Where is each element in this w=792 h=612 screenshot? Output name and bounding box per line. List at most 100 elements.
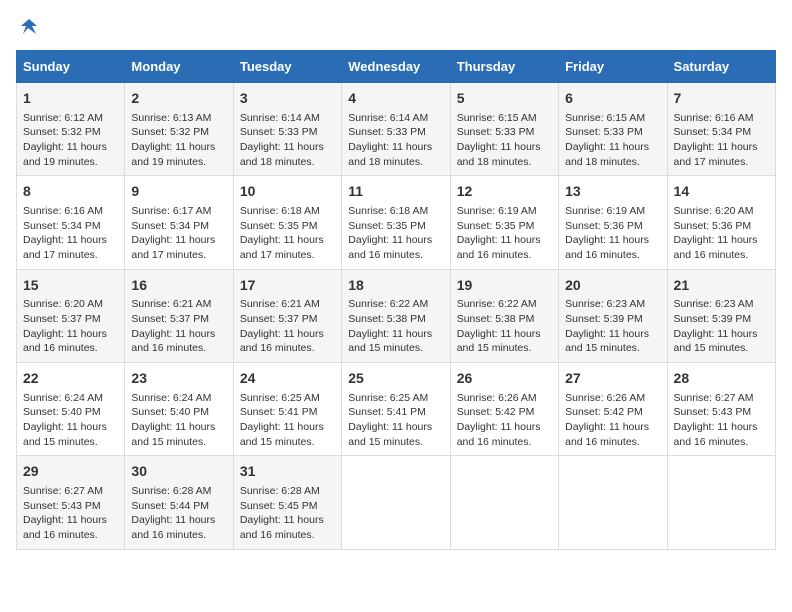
calendar-cell: 31Sunrise: 6:28 AM Sunset: 5:45 PM Dayli… [233,456,341,549]
day-number: 3 [240,89,335,109]
day-info: Sunrise: 6:19 AM Sunset: 5:35 PM Dayligh… [457,204,552,263]
col-header-monday: Monday [125,51,233,83]
calendar-cell: 10Sunrise: 6:18 AM Sunset: 5:35 PM Dayli… [233,176,341,269]
calendar-cell: 11Sunrise: 6:18 AM Sunset: 5:35 PM Dayli… [342,176,450,269]
day-number: 24 [240,369,335,389]
calendar-cell: 26Sunrise: 6:26 AM Sunset: 5:42 PM Dayli… [450,363,558,456]
day-info: Sunrise: 6:22 AM Sunset: 5:38 PM Dayligh… [457,297,552,356]
calendar-cell [667,456,775,549]
calendar-table: SundayMondayTuesdayWednesdayThursdayFrid… [16,50,776,550]
day-number: 6 [565,89,660,109]
day-number: 27 [565,369,660,389]
day-info: Sunrise: 6:20 AM Sunset: 5:36 PM Dayligh… [674,204,769,263]
day-info: Sunrise: 6:14 AM Sunset: 5:33 PM Dayligh… [240,111,335,170]
day-number: 5 [457,89,552,109]
calendar-cell: 6Sunrise: 6:15 AM Sunset: 5:33 PM Daylig… [559,83,667,176]
day-info: Sunrise: 6:13 AM Sunset: 5:32 PM Dayligh… [131,111,226,170]
day-number: 31 [240,462,335,482]
col-header-saturday: Saturday [667,51,775,83]
calendar-cell: 21Sunrise: 6:23 AM Sunset: 5:39 PM Dayli… [667,269,775,362]
col-header-friday: Friday [559,51,667,83]
day-info: Sunrise: 6:16 AM Sunset: 5:34 PM Dayligh… [674,111,769,170]
calendar-cell: 23Sunrise: 6:24 AM Sunset: 5:40 PM Dayli… [125,363,233,456]
day-info: Sunrise: 6:26 AM Sunset: 5:42 PM Dayligh… [565,391,660,450]
day-number: 16 [131,276,226,296]
day-info: Sunrise: 6:24 AM Sunset: 5:40 PM Dayligh… [131,391,226,450]
calendar-cell: 14Sunrise: 6:20 AM Sunset: 5:36 PM Dayli… [667,176,775,269]
day-number: 12 [457,182,552,202]
day-number: 4 [348,89,443,109]
day-info: Sunrise: 6:17 AM Sunset: 5:34 PM Dayligh… [131,204,226,263]
calendar-cell: 15Sunrise: 6:20 AM Sunset: 5:37 PM Dayli… [17,269,125,362]
calendar-cell: 2Sunrise: 6:13 AM Sunset: 5:32 PM Daylig… [125,83,233,176]
calendar-cell [450,456,558,549]
calendar-cell: 9Sunrise: 6:17 AM Sunset: 5:34 PM Daylig… [125,176,233,269]
day-info: Sunrise: 6:23 AM Sunset: 5:39 PM Dayligh… [565,297,660,356]
calendar-cell: 8Sunrise: 6:16 AM Sunset: 5:34 PM Daylig… [17,176,125,269]
day-number: 1 [23,89,118,109]
week-row-5: 29Sunrise: 6:27 AM Sunset: 5:43 PM Dayli… [17,456,776,549]
week-row-1: 1Sunrise: 6:12 AM Sunset: 5:32 PM Daylig… [17,83,776,176]
day-number: 28 [674,369,769,389]
calendar-cell: 5Sunrise: 6:15 AM Sunset: 5:33 PM Daylig… [450,83,558,176]
day-number: 10 [240,182,335,202]
calendar-cell: 19Sunrise: 6:22 AM Sunset: 5:38 PM Dayli… [450,269,558,362]
col-header-thursday: Thursday [450,51,558,83]
calendar-cell: 27Sunrise: 6:26 AM Sunset: 5:42 PM Dayli… [559,363,667,456]
day-number: 20 [565,276,660,296]
day-number: 17 [240,276,335,296]
day-number: 13 [565,182,660,202]
day-info: Sunrise: 6:25 AM Sunset: 5:41 PM Dayligh… [348,391,443,450]
calendar-cell: 25Sunrise: 6:25 AM Sunset: 5:41 PM Dayli… [342,363,450,456]
col-header-sunday: Sunday [17,51,125,83]
calendar-body: 1Sunrise: 6:12 AM Sunset: 5:32 PM Daylig… [17,83,776,550]
calendar-cell: 30Sunrise: 6:28 AM Sunset: 5:44 PM Dayli… [125,456,233,549]
day-info: Sunrise: 6:23 AM Sunset: 5:39 PM Dayligh… [674,297,769,356]
logo [16,16,40,38]
day-info: Sunrise: 6:26 AM Sunset: 5:42 PM Dayligh… [457,391,552,450]
day-info: Sunrise: 6:12 AM Sunset: 5:32 PM Dayligh… [23,111,118,170]
day-number: 30 [131,462,226,482]
calendar-cell: 1Sunrise: 6:12 AM Sunset: 5:32 PM Daylig… [17,83,125,176]
col-header-wednesday: Wednesday [342,51,450,83]
day-number: 8 [23,182,118,202]
calendar-cell: 3Sunrise: 6:14 AM Sunset: 5:33 PM Daylig… [233,83,341,176]
calendar-cell: 7Sunrise: 6:16 AM Sunset: 5:34 PM Daylig… [667,83,775,176]
day-info: Sunrise: 6:15 AM Sunset: 5:33 PM Dayligh… [457,111,552,170]
calendar-cell [559,456,667,549]
day-info: Sunrise: 6:27 AM Sunset: 5:43 PM Dayligh… [23,484,118,543]
day-number: 18 [348,276,443,296]
week-row-2: 8Sunrise: 6:16 AM Sunset: 5:34 PM Daylig… [17,176,776,269]
day-number: 26 [457,369,552,389]
calendar-cell: 29Sunrise: 6:27 AM Sunset: 5:43 PM Dayli… [17,456,125,549]
week-row-3: 15Sunrise: 6:20 AM Sunset: 5:37 PM Dayli… [17,269,776,362]
calendar-cell: 4Sunrise: 6:14 AM Sunset: 5:33 PM Daylig… [342,83,450,176]
day-number: 14 [674,182,769,202]
calendar-cell: 17Sunrise: 6:21 AM Sunset: 5:37 PM Dayli… [233,269,341,362]
day-info: Sunrise: 6:16 AM Sunset: 5:34 PM Dayligh… [23,204,118,263]
day-info: Sunrise: 6:21 AM Sunset: 5:37 PM Dayligh… [240,297,335,356]
day-number: 7 [674,89,769,109]
day-info: Sunrise: 6:28 AM Sunset: 5:45 PM Dayligh… [240,484,335,543]
day-info: Sunrise: 6:22 AM Sunset: 5:38 PM Dayligh… [348,297,443,356]
day-info: Sunrise: 6:25 AM Sunset: 5:41 PM Dayligh… [240,391,335,450]
day-number: 19 [457,276,552,296]
day-info: Sunrise: 6:18 AM Sunset: 5:35 PM Dayligh… [240,204,335,263]
calendar-cell: 28Sunrise: 6:27 AM Sunset: 5:43 PM Dayli… [667,363,775,456]
calendar-cell: 12Sunrise: 6:19 AM Sunset: 5:35 PM Dayli… [450,176,558,269]
week-row-4: 22Sunrise: 6:24 AM Sunset: 5:40 PM Dayli… [17,363,776,456]
header [16,16,776,38]
day-info: Sunrise: 6:19 AM Sunset: 5:36 PM Dayligh… [565,204,660,263]
calendar-cell: 22Sunrise: 6:24 AM Sunset: 5:40 PM Dayli… [17,363,125,456]
day-number: 25 [348,369,443,389]
day-info: Sunrise: 6:28 AM Sunset: 5:44 PM Dayligh… [131,484,226,543]
day-number: 9 [131,182,226,202]
day-info: Sunrise: 6:18 AM Sunset: 5:35 PM Dayligh… [348,204,443,263]
col-header-tuesday: Tuesday [233,51,341,83]
day-info: Sunrise: 6:14 AM Sunset: 5:33 PM Dayligh… [348,111,443,170]
calendar-cell: 16Sunrise: 6:21 AM Sunset: 5:37 PM Dayli… [125,269,233,362]
day-number: 29 [23,462,118,482]
day-number: 11 [348,182,443,202]
day-info: Sunrise: 6:21 AM Sunset: 5:37 PM Dayligh… [131,297,226,356]
logo-bird-icon [18,16,40,38]
